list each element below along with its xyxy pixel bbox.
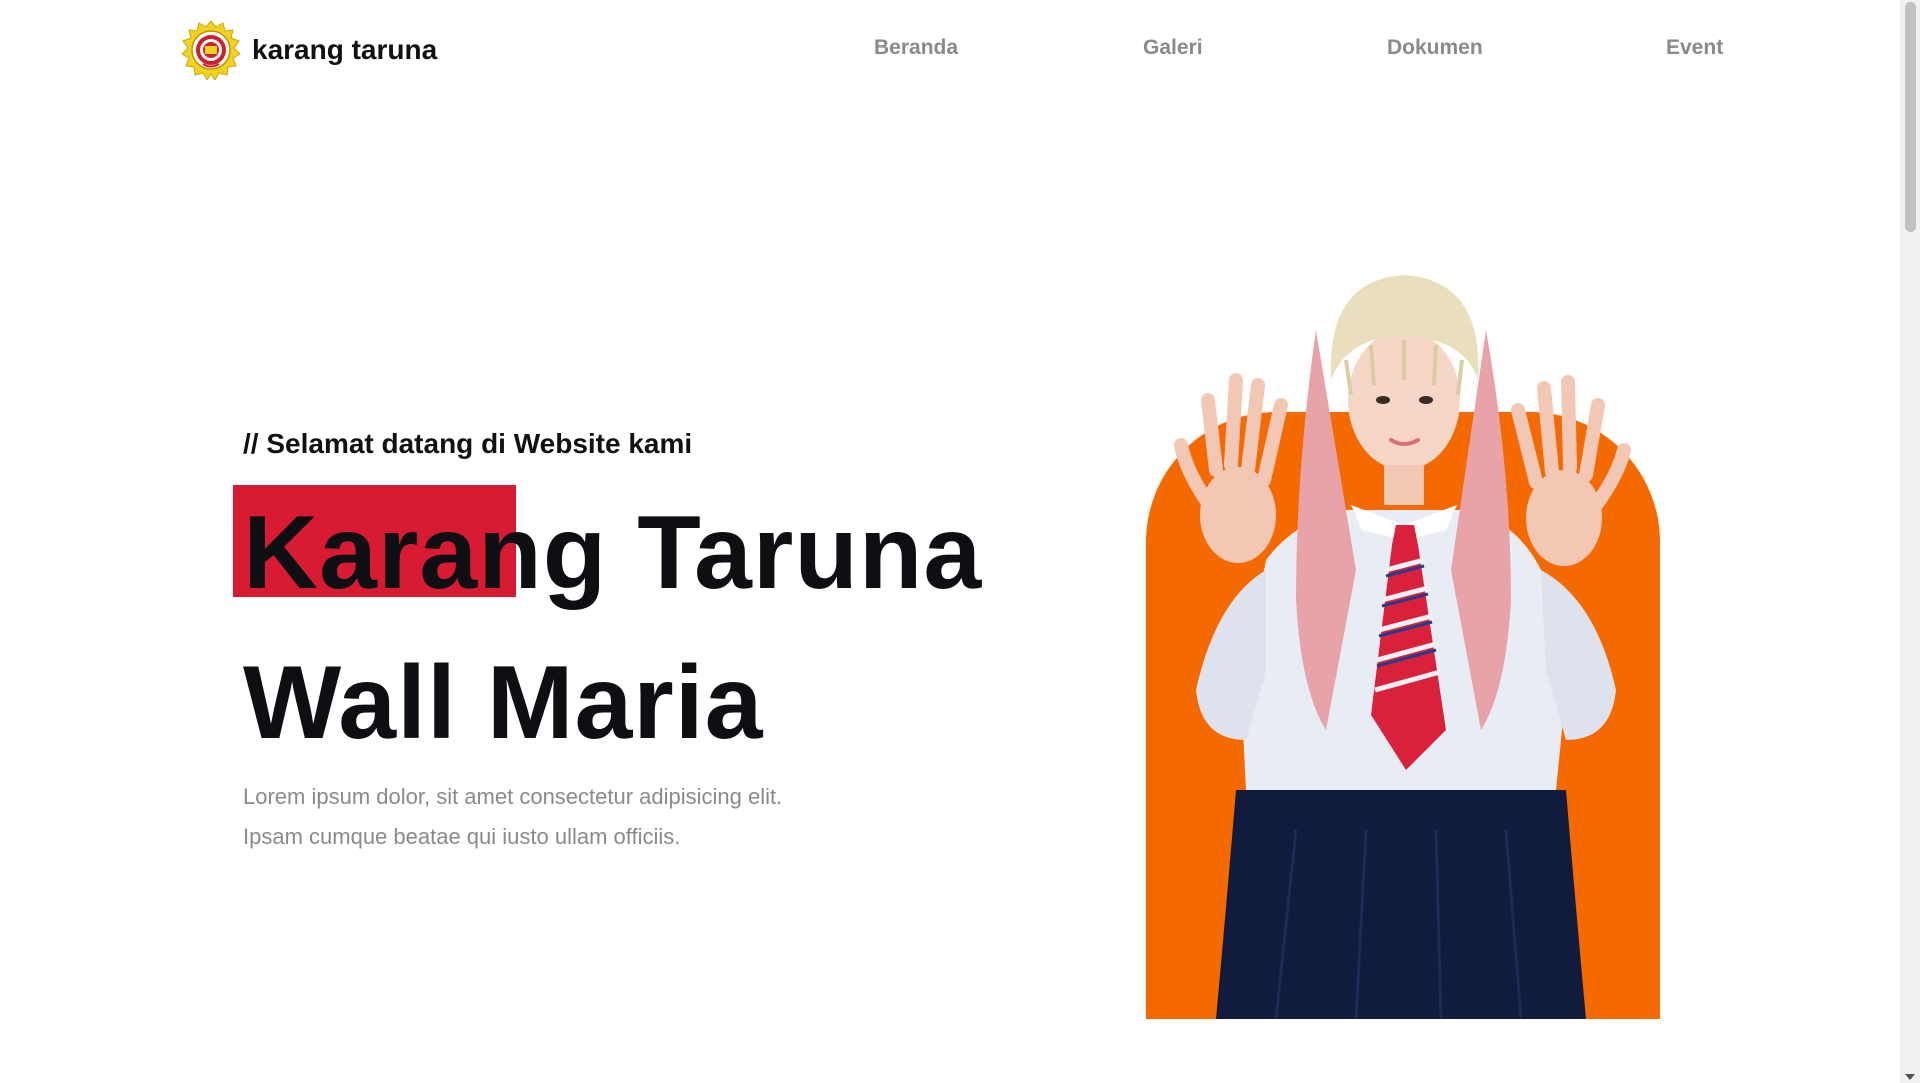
navbar: karang taruna Beranda Galeri Dokumen Eve… — [0, 0, 1900, 100]
hero-title-line-1: Karang Taruna — [243, 495, 983, 611]
nav-beranda[interactable]: Beranda — [874, 36, 958, 60]
nav-dokumen[interactable]: Dokumen — [1387, 36, 1483, 60]
hero-title: Karang Taruna Wall Maria — [243, 478, 982, 778]
hero-image — [1146, 270, 1660, 1019]
scroll-down-arrow-icon[interactable] — [1905, 1074, 1915, 1080]
nav-galeri[interactable]: Galeri — [1143, 36, 1203, 60]
student-portrait-image — [1174, 275, 1631, 1019]
brand-link[interactable]: karang taruna — [181, 20, 437, 80]
brand-name: karang taruna — [252, 34, 438, 65]
nav-event[interactable]: Event — [1666, 36, 1723, 60]
page: karang taruna Beranda Galeri Dokumen Eve… — [0, 0, 1920, 1083]
hero-description: Lorem ipsum dolor, sit amet consectetur … — [243, 784, 783, 849]
hero-subtitle: // Selamat datang di Website kami — [243, 428, 693, 459]
karang-taruna-logo-icon — [181, 20, 241, 80]
hero-title-line-2: Wall Maria — [243, 645, 764, 761]
scrollbar-thumb[interactable] — [1905, 2, 1916, 232]
vertical-scrollbar[interactable] — [1900, 0, 1920, 1083]
